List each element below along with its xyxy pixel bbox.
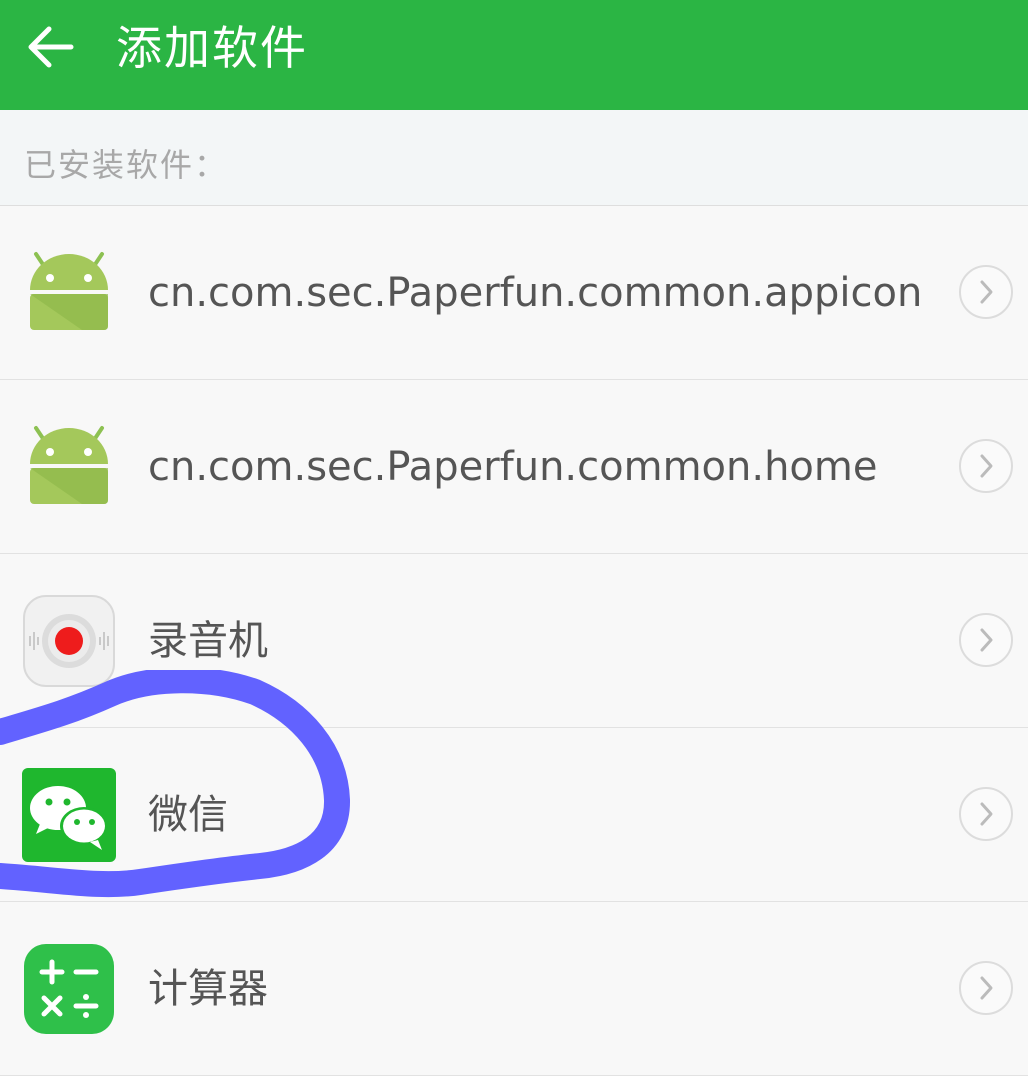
section-header: 已安装软件： (0, 110, 1028, 206)
app-name: 微信 (148, 792, 228, 838)
calculator-icon (24, 944, 114, 1034)
chevron-right-icon[interactable] (958, 960, 1014, 1016)
list-item[interactable]: 微信 (0, 728, 1028, 902)
list-item[interactable]: cn.com.sec.Paperfun.common.appicon (0, 206, 1028, 380)
app-list: cn.com.sec.Paperfun.common.appicon cn.co… (0, 206, 1028, 1076)
chevron-right-icon[interactable] (958, 264, 1014, 320)
back-button[interactable] (18, 18, 82, 76)
arrow-left-icon (28, 26, 74, 68)
app-name: cn.com.sec.Paperfun.common.appicon (148, 270, 923, 316)
chevron-right-icon[interactable] (958, 786, 1014, 842)
app-bar: 添加软件 (0, 0, 1028, 110)
list-item[interactable]: cn.com.sec.Paperfun.common.home (0, 380, 1028, 554)
page-title: 添加软件 (116, 21, 308, 75)
chevron-right-icon[interactable] (958, 612, 1014, 668)
app-name: cn.com.sec.Paperfun.common.home (148, 444, 878, 490)
android-icon (30, 252, 108, 330)
chevron-right-icon[interactable] (958, 438, 1014, 494)
android-icon (30, 426, 108, 504)
recorder-icon (23, 595, 115, 687)
wechat-icon (22, 768, 116, 862)
app-name: 计算器 (148, 966, 268, 1012)
section-label: 已安装软件： (24, 146, 229, 184)
list-item[interactable]: 录音机 (0, 554, 1028, 728)
app-name: 录音机 (148, 618, 268, 664)
list-item[interactable]: 计算器 (0, 902, 1028, 1076)
